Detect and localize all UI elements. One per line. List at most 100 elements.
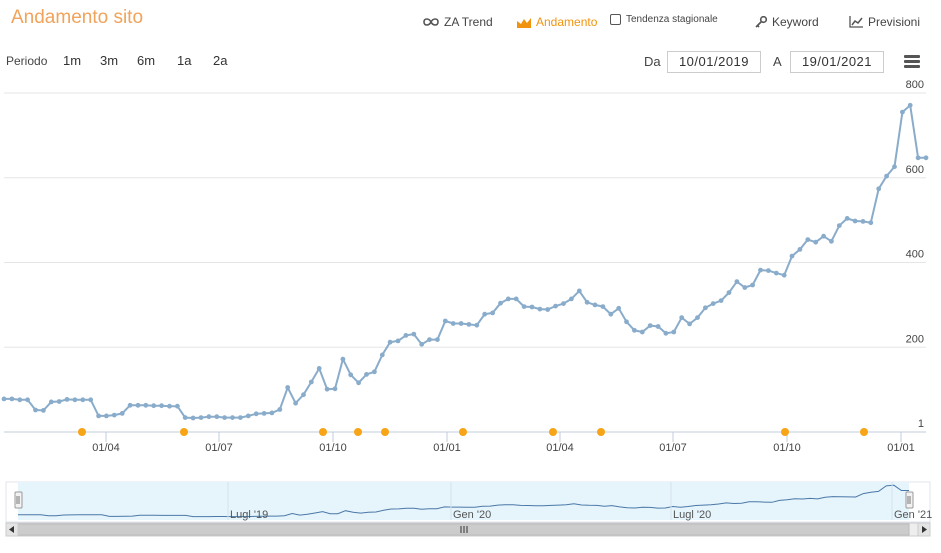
data-point — [592, 302, 598, 308]
nav-previsioni-label: Previsioni — [868, 15, 921, 29]
event-marker — [381, 428, 389, 436]
line-chart-icon — [849, 16, 863, 28]
key-icon — [755, 16, 767, 28]
y-tick-label: 200 — [906, 333, 924, 345]
data-point — [521, 304, 527, 309]
data-point — [159, 403, 165, 409]
data-point — [111, 412, 117, 418]
nav-keyword[interactable]: Keyword — [755, 15, 819, 29]
data-point — [293, 400, 298, 406]
event-markers — [78, 428, 868, 436]
data-point — [403, 333, 409, 338]
y-tick-label: 800 — [906, 79, 924, 91]
nav-za-trend[interactable]: ZA Trend — [423, 15, 493, 29]
data-point — [182, 415, 188, 420]
data-point — [821, 233, 826, 239]
nav-andamento[interactable]: Andamento — [517, 15, 597, 29]
data-point — [758, 267, 763, 273]
period-1a-button[interactable]: 1a — [177, 53, 191, 68]
from-date-input[interactable]: 10/01/2019 — [667, 51, 761, 73]
x-tick-label: 01/04 — [546, 442, 574, 454]
area-chart-icon — [517, 17, 531, 28]
event-marker — [459, 428, 467, 436]
data-point — [379, 352, 385, 358]
data-point — [458, 321, 464, 326]
navigator-label: Gen '21 — [894, 509, 932, 521]
data-point — [151, 403, 157, 409]
data-point — [576, 288, 582, 294]
scroll-left-arrow-icon — [9, 526, 14, 533]
data-point — [127, 402, 133, 408]
event-marker — [860, 428, 868, 436]
data-point — [482, 311, 488, 317]
data-point — [687, 321, 692, 327]
data-point — [671, 329, 677, 335]
data-point — [781, 272, 787, 278]
data-point — [829, 238, 834, 244]
data-point — [316, 366, 322, 371]
data-point — [766, 268, 771, 273]
data-points — [1, 102, 929, 421]
data-point — [395, 338, 401, 344]
period-1m-button[interactable]: 1m — [63, 53, 81, 68]
data-point — [529, 304, 535, 310]
nav-tendenza-label: Tendenza stagionale — [626, 14, 718, 25]
data-point — [72, 397, 78, 403]
line-chart: 1200400600800 01/04 01/07 01/10 01/01 01/04 0… — [1, 79, 932, 537]
data-point — [167, 403, 172, 409]
data-point — [679, 315, 685, 320]
periodo-label: Periodo — [6, 54, 48, 68]
data-point — [860, 219, 866, 224]
navigator[interactable]: Lugl '19 Gen '20 Lugl '20 Gen '21 — [5, 481, 932, 537]
navigator-handle — [905, 491, 914, 509]
navigator-frame — [5, 481, 931, 523]
data-point — [9, 396, 15, 402]
scroll-right-button — [917, 522, 931, 537]
data-point — [143, 402, 149, 408]
data-point — [710, 301, 716, 306]
tendenza-checkbox[interactable] — [610, 14, 621, 25]
data-point — [96, 413, 101, 419]
data-point — [718, 298, 724, 303]
data-point — [33, 407, 38, 413]
data-point — [261, 411, 267, 416]
data-point — [655, 324, 661, 329]
to-date-input[interactable]: 19/01/2021 — [790, 51, 884, 73]
data-point — [852, 218, 858, 224]
period-6m-button[interactable]: 6m — [137, 53, 155, 68]
nav-previsioni[interactable]: Previsioni — [849, 15, 920, 29]
data-point — [450, 321, 456, 326]
scroll-left-button — [5, 522, 19, 537]
hamburger-menu-icon[interactable] — [904, 55, 920, 69]
data-point — [513, 296, 519, 302]
period-3m-button[interactable]: 3m — [100, 53, 118, 68]
data-point — [750, 282, 755, 288]
data-point — [222, 415, 228, 420]
x-tick-label: 01/07 — [205, 442, 233, 454]
nav-tendenza-stagionale[interactable]: Tendenza stagionale — [610, 14, 718, 25]
x-tick-label: 01/10 — [773, 442, 801, 454]
x-tick-label: 01/04 — [92, 442, 120, 454]
data-point — [616, 305, 622, 311]
data-point — [561, 301, 566, 306]
data-point — [88, 397, 94, 403]
data-point — [844, 216, 850, 221]
data-point — [639, 329, 645, 335]
data-point — [608, 311, 614, 317]
x-tick-labels: 01/04 01/07 01/10 01/01 01/04 01/07 01/10 01/01 — [92, 432, 915, 454]
nav-za-trend-label: ZA Trend — [444, 15, 493, 29]
data-point — [372, 369, 377, 375]
to-label: A — [773, 54, 782, 69]
data-point — [466, 322, 472, 327]
data-point — [884, 173, 889, 179]
data-point — [41, 408, 46, 413]
data-point — [797, 247, 803, 252]
data-point — [923, 155, 929, 161]
data-point — [198, 415, 204, 420]
grid-lines — [4, 92, 926, 433]
event-marker — [180, 428, 188, 436]
data-point — [214, 414, 220, 420]
data-point — [474, 322, 480, 328]
data-point — [545, 307, 551, 312]
period-2a-button[interactable]: 2a — [213, 53, 227, 68]
